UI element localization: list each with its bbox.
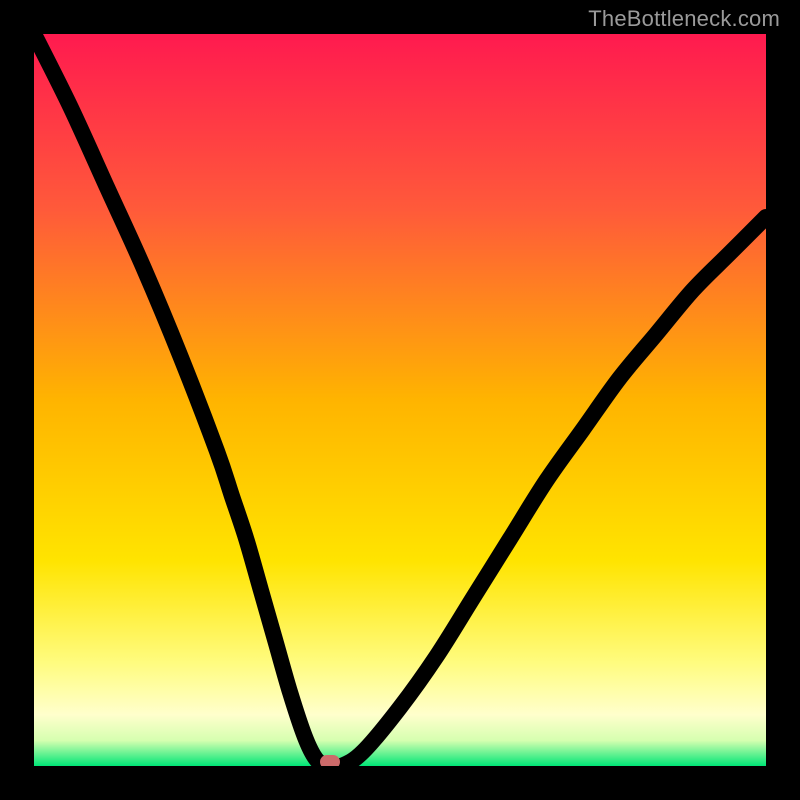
bottleneck-curve: [34, 34, 766, 766]
plot-area: [34, 34, 766, 766]
attribution-label: TheBottleneck.com: [588, 6, 780, 32]
optimal-marker-icon: [320, 755, 340, 766]
chart-frame: TheBottleneck.com: [0, 0, 800, 800]
